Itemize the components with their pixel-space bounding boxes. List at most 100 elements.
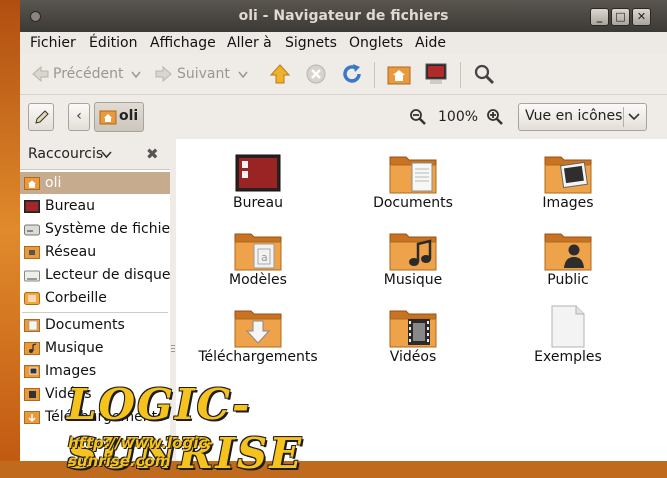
file-item-videos[interactable]: Vidéos — [353, 307, 473, 365]
menu-edition[interactable]: Édition — [89, 35, 137, 51]
search-icon[interactable] — [473, 63, 495, 85]
sidebar-separator — [22, 312, 168, 313]
sidebar-item-corbeille[interactable]: Corbeille — [20, 287, 170, 309]
close-window-button[interactable]: ✕ — [632, 8, 651, 26]
file-item-musique[interactable]: Musique — [353, 230, 473, 288]
select-separator — [623, 107, 624, 127]
menu-fichier[interactable]: Fichier — [30, 35, 76, 51]
documents-bookmark-icon — [24, 319, 40, 332]
toolbar-separator — [374, 62, 375, 88]
forward-button-label: Suivant — [177, 66, 230, 82]
sidebar-item-label: Réseau — [45, 244, 97, 260]
trash-icon — [24, 292, 40, 305]
file-item-label: Musique — [383, 272, 443, 288]
forward-history-chevron-icon[interactable] — [238, 71, 248, 79]
arrow-right-icon — [155, 65, 172, 83]
main-toolbar: Précédent Suivant — [20, 54, 667, 95]
title-bar[interactable]: oli - Navigateur de fichiers _ □ ✕ — [20, 0, 667, 32]
toolbar-separator — [460, 62, 461, 88]
chevron-down-icon — [628, 113, 640, 121]
sidebar-item-label: Documents — [45, 317, 125, 333]
home-folder-icon — [24, 177, 40, 190]
file-item-telechargements[interactable]: Téléchargements — [198, 307, 318, 365]
menu-onglets[interactable]: Onglets — [349, 35, 403, 51]
sidebar-item-lecteur-de-disquette[interactable]: Lecteur de disquette — [20, 264, 170, 286]
view-mode-value: Vue en icônes — [525, 108, 623, 124]
sidebar-item-systeme-de-fichiers[interactable]: Système de fichiers — [20, 218, 170, 240]
watermark-url: http://www.logic-sunrise.com — [68, 434, 214, 470]
sidebar-item-label: Images — [45, 363, 97, 379]
public-folder-icon — [544, 230, 592, 272]
path-button-label: oli — [119, 108, 139, 124]
back-button-label: Précédent — [53, 66, 124, 82]
chevron-down-icon[interactable] — [101, 151, 112, 159]
window-title: oli - Navigateur de fichiers — [238, 8, 449, 24]
sidebar-header: Raccourcis ✖ — [20, 139, 170, 170]
file-item-label: Exemples — [534, 349, 602, 365]
desktop-folder-icon — [234, 153, 282, 195]
home-folder-icon[interactable] — [387, 63, 411, 85]
menu-aller-a[interactable]: Aller à — [227, 35, 272, 51]
up-arrow-icon[interactable] — [269, 63, 291, 85]
file-item-label: Images — [542, 195, 594, 211]
watermark: LOGIC-SUNRISE http://www.logic-sunrise.c… — [62, 380, 302, 478]
network-icon — [24, 246, 40, 259]
menu-bar: Fichier Édition Affichage Aller à Signet… — [20, 32, 667, 54]
path-button-oli[interactable]: oli — [94, 102, 144, 132]
file-item-modeles[interactable]: a Modèles — [198, 230, 318, 288]
downloads-folder-icon — [234, 307, 282, 349]
zoom-in-icon[interactable] — [486, 108, 504, 126]
pencil-icon — [35, 110, 49, 124]
location-bar: ‹ oli 100% Vue en icônes — [20, 95, 667, 140]
menu-aide[interactable]: Aide — [415, 35, 446, 51]
file-item-bureau[interactable]: Bureau — [198, 153, 318, 211]
close-sidebar-button[interactable]: ✖ — [146, 145, 159, 163]
file-item-exemples[interactable]: Exemples — [508, 305, 628, 365]
file-icon — [544, 305, 592, 349]
menu-signets[interactable]: Signets — [285, 35, 337, 51]
stop-icon[interactable] — [305, 63, 327, 85]
desktop-background — [0, 0, 22, 461]
file-item-label: Vidéos — [389, 349, 437, 365]
sidebar-item-label: Système de fichiers — [45, 221, 170, 237]
sidebar-item-oli[interactable]: oli — [20, 172, 170, 194]
pictures-bookmark-icon — [24, 365, 40, 378]
sidebar-item-reseau[interactable]: Réseau — [20, 241, 170, 263]
templates-folder-icon: a — [234, 230, 282, 272]
zoom-level[interactable]: 100% — [438, 109, 478, 125]
file-item-images[interactable]: Images — [508, 153, 628, 211]
sidebar-item-label: Bureau — [45, 198, 95, 214]
file-item-documents[interactable]: Documents — [353, 153, 473, 211]
sidebar-item-images[interactable]: Images — [20, 360, 170, 382]
back-button[interactable]: Précédent — [30, 64, 123, 84]
file-item-label: Public — [547, 272, 589, 288]
forward-button[interactable]: Suivant — [154, 64, 230, 84]
path-back-button[interactable]: ‹ — [68, 103, 90, 131]
sidebar-type-select[interactable]: Raccourcis — [28, 146, 103, 162]
svg-text:a: a — [261, 251, 268, 264]
music-bookmark-icon — [24, 342, 40, 355]
documents-folder-icon — [389, 153, 437, 195]
sidebar-item-bureau[interactable]: Bureau — [20, 195, 170, 217]
sidebar-item-label: Musique — [45, 340, 104, 356]
zoom-out-icon[interactable] — [409, 108, 427, 126]
downloads-bookmark-icon — [24, 411, 40, 424]
maximize-button[interactable]: □ — [611, 8, 630, 26]
sidebar-item-label: Lecteur de disquette — [45, 267, 170, 283]
view-mode-select[interactable]: Vue en icônes — [518, 103, 647, 131]
edit-location-button[interactable] — [28, 103, 54, 131]
sidebar-item-musique[interactable]: Musique — [20, 337, 170, 359]
reload-icon[interactable] — [341, 63, 363, 85]
menu-affichage[interactable]: Affichage — [150, 35, 216, 51]
home-folder-icon — [99, 110, 117, 125]
computer-icon[interactable] — [424, 62, 448, 86]
videos-folder-icon — [389, 307, 437, 349]
desktop-icon — [24, 200, 40, 213]
file-item-public[interactable]: Public — [508, 230, 628, 288]
back-history-chevron-icon[interactable] — [131, 71, 141, 79]
floppy-icon — [24, 270, 40, 282]
sidebar-item-documents[interactable]: Documents — [20, 314, 170, 336]
file-item-label: Modèles — [229, 272, 287, 288]
minimize-button[interactable]: _ — [590, 8, 609, 26]
file-item-label: Documents — [373, 195, 453, 211]
